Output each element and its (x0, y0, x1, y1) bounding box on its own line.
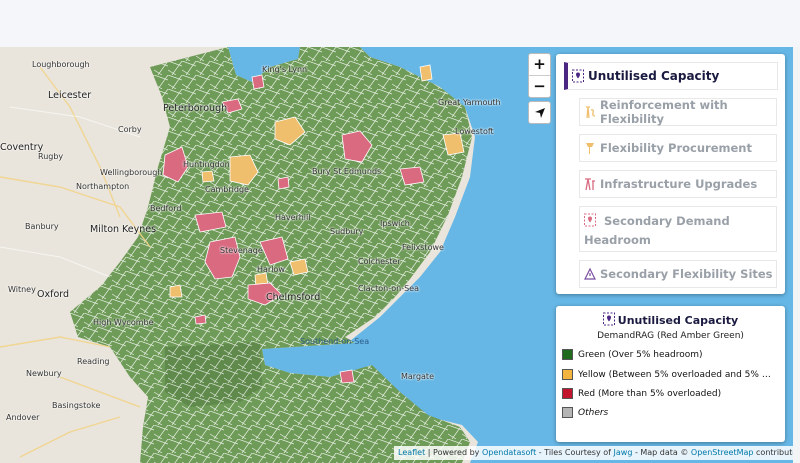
place-label: Rugby (38, 152, 64, 161)
legend-swatch (562, 407, 573, 418)
opendatasoft-link[interactable]: Opendatasoft (482, 448, 536, 457)
place-label: Felixstowe (402, 243, 444, 252)
place-label: Harlow (257, 265, 285, 274)
place-label: Margate (401, 372, 434, 381)
place-label: Sudbury (330, 227, 364, 236)
attribution-text: | Powered by (425, 448, 482, 457)
leaflet-link[interactable]: Leaflet (398, 448, 425, 457)
place-label: Stevenage (220, 246, 263, 255)
legend-swatch (562, 349, 573, 360)
map-pin-box-icon (572, 69, 584, 83)
layer-label-block: Secondary Demand Headroom (584, 212, 774, 250)
legend-item-red: Red (More than 5% overloaded) (562, 388, 782, 399)
place-label: Reading (77, 357, 110, 366)
map-attribution: Leaflet | Powered by Opendatasoft - Tile… (394, 446, 793, 460)
legend-item-yellow: Yellow (Between 5% overloaded and 5% hea… (562, 369, 774, 380)
place-label: Loughborough (32, 60, 90, 69)
layer-label: Infrastructure Upgrades (600, 177, 758, 191)
place-label: King's Lynn (262, 65, 308, 74)
pin-icon (586, 143, 594, 154)
openstreetmap-link[interactable]: OpenStreetMap (691, 448, 754, 457)
layer-secondary-flexibility-sites[interactable]: Secondary Flexibility Sites (579, 260, 777, 288)
place-label: Huntingdon (183, 160, 230, 169)
place-label: Newbury (26, 369, 62, 378)
place-label: Witney (8, 285, 36, 294)
place-label: Southend-on-Sea (300, 337, 370, 346)
place-label: Colchester (358, 257, 401, 266)
jawg-link[interactable]: Jawg (614, 448, 633, 457)
map-pin-box-icon (602, 312, 615, 326)
place-label: Oxford (37, 289, 70, 300)
place-label: Wellingborough (100, 168, 163, 177)
zoom-out-button[interactable]: − (529, 75, 550, 97)
place-label: Chelmsford (266, 292, 321, 303)
legend-subtitle: DemandRAG (Red Amber Green) (597, 331, 744, 341)
layer-label: Secondary Demand Headroom (584, 214, 730, 247)
place-label: Lowestoft (455, 127, 494, 136)
place-label: Northampton (76, 182, 130, 191)
layer-secondary-demand-headroom[interactable]: Secondary Demand Headroom (579, 206, 777, 252)
layer-unutilised-capacity[interactable]: Unutilised Capacity (564, 62, 778, 90)
place-label: High Wycombe (93, 318, 154, 327)
attribution-text: - Map data © (632, 448, 691, 457)
legend-item-green: Green (Over 5% headroom) (562, 349, 782, 360)
layer-label: Flexibility Procurement (600, 141, 752, 155)
place-label: Bury St Edmunds (312, 167, 382, 176)
navigation-arrow-icon (534, 107, 545, 118)
pylon-flex-icon (586, 106, 596, 119)
place-label: Peterborough (163, 103, 228, 114)
legend-label: Red (More than 5% overloaded) (578, 388, 722, 399)
layer-label: Secondary Flexibility Sites (600, 267, 773, 281)
place-label: Ipswich (380, 219, 410, 228)
layer-label: Reinforcement with Flexibility (600, 98, 728, 126)
place-label: Great Yarmouth (438, 98, 501, 107)
pin-box-icon (584, 213, 596, 227)
place-label: Clacton-on-Sea (358, 284, 419, 293)
place-label: Corby (118, 125, 142, 134)
layer-infrastructure-upgrades[interactable]: Infrastructure Upgrades (579, 170, 777, 198)
place-label: Bedford (150, 204, 182, 213)
zoom-in-button[interactable]: + (529, 54, 550, 75)
legend-label: Yellow (Between 5% overloaded and 5% hea… (578, 369, 774, 380)
place-label: Banbury (25, 222, 59, 231)
place-label: Andover (6, 413, 40, 422)
attribution-text: - Tiles Courtesy of (536, 448, 614, 457)
legend-label: Green (Over 5% headroom) (578, 349, 703, 360)
legend-swatch (562, 369, 573, 380)
layer-reinforcement-with-flexibility[interactable]: Reinforcement with Flexibility (579, 98, 777, 126)
legend-item-others: Others (562, 407, 782, 418)
top-bar (0, 0, 800, 47)
place-label: Haverhill (275, 213, 311, 222)
legend-title-text: Unutilised Capacity (617, 314, 739, 327)
place-label: Cambridge (205, 185, 249, 194)
attribution-text: contributors (756, 448, 793, 457)
legend-panel: Unutilised Capacity DemandRAG (Red Amber… (556, 306, 785, 442)
legend-swatch (562, 388, 573, 399)
layer-label: Unutilised Capacity (588, 69, 720, 83)
zoom-control: + − (528, 53, 551, 98)
pylon-icon (585, 178, 595, 191)
layer-flexibility-procurement[interactable]: Flexibility Procurement (579, 134, 777, 162)
place-label: Basingstoke (52, 401, 101, 410)
legend-label: Others (578, 407, 609, 418)
place-label: Leicester (48, 90, 92, 101)
legend-title: Unutilised Capacity (556, 312, 785, 327)
place-label: Coventry (0, 142, 44, 153)
place-label: Milton Keynes (90, 224, 157, 235)
warning-icon (584, 267, 596, 280)
layers-panel: Unutilised Capacity Reinforcement with F… (556, 54, 785, 294)
locate-button[interactable] (528, 101, 551, 124)
